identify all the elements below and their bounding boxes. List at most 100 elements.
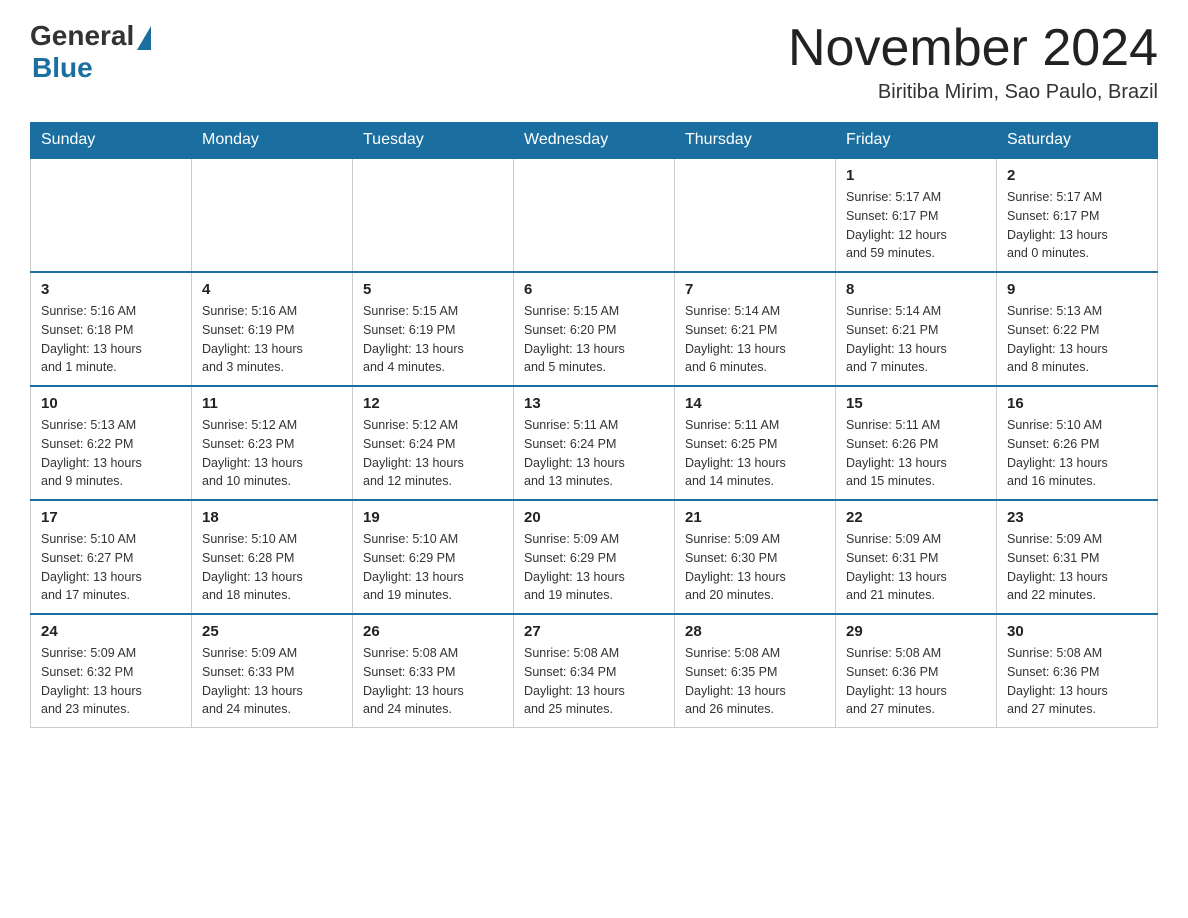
calendar-cell: 4 Sunrise: 5:16 AM Sunset: 6:19 PM Daylig… <box>192 272 353 386</box>
day-info: Sunrise: 5:17 AM Sunset: 6:17 PM Dayligh… <box>846 188 986 263</box>
day-info: Sunrise: 5:10 AM Sunset: 6:26 PM Dayligh… <box>1007 416 1147 491</box>
calendar-cell: 12 Sunrise: 5:12 AM Sunset: 6:24 PM Dayli… <box>353 386 514 500</box>
calendar-cell <box>353 158 514 272</box>
weekday-header-tuesday: Tuesday <box>353 123 514 159</box>
day-info: Sunrise: 5:16 AM Sunset: 6:19 PM Dayligh… <box>202 302 342 377</box>
day-number: 14 <box>685 395 825 412</box>
day-info: Sunrise: 5:14 AM Sunset: 6:21 PM Dayligh… <box>685 302 825 377</box>
calendar-week-row: 24 Sunrise: 5:09 AM Sunset: 6:32 PM Dayli… <box>31 614 1158 728</box>
day-number: 21 <box>685 509 825 526</box>
page-header: General Blue November 2024 Biritiba Miri… <box>30 20 1158 104</box>
calendar-cell: 7 Sunrise: 5:14 AM Sunset: 6:21 PM Daylig… <box>675 272 836 386</box>
calendar-cell <box>514 158 675 272</box>
calendar-cell <box>675 158 836 272</box>
day-number: 27 <box>524 623 664 640</box>
location: Biritiba Mirim, Sao Paulo, Brazil <box>788 81 1158 104</box>
day-info: Sunrise: 5:16 AM Sunset: 6:18 PM Dayligh… <box>41 302 181 377</box>
day-info: Sunrise: 5:12 AM Sunset: 6:24 PM Dayligh… <box>363 416 503 491</box>
day-info: Sunrise: 5:08 AM Sunset: 6:36 PM Dayligh… <box>1007 644 1147 719</box>
calendar-cell <box>31 158 192 272</box>
calendar-cell: 29 Sunrise: 5:08 AM Sunset: 6:36 PM Dayli… <box>836 614 997 728</box>
day-info: Sunrise: 5:08 AM Sunset: 6:34 PM Dayligh… <box>524 644 664 719</box>
day-number: 15 <box>846 395 986 412</box>
weekday-header-thursday: Thursday <box>675 123 836 159</box>
day-info: Sunrise: 5:09 AM Sunset: 6:32 PM Dayligh… <box>41 644 181 719</box>
calendar-cell: 24 Sunrise: 5:09 AM Sunset: 6:32 PM Dayli… <box>31 614 192 728</box>
calendar-cell: 15 Sunrise: 5:11 AM Sunset: 6:26 PM Dayli… <box>836 386 997 500</box>
day-number: 5 <box>363 281 503 298</box>
day-info: Sunrise: 5:08 AM Sunset: 6:35 PM Dayligh… <box>685 644 825 719</box>
calendar-cell: 27 Sunrise: 5:08 AM Sunset: 6:34 PM Dayli… <box>514 614 675 728</box>
weekday-header-wednesday: Wednesday <box>514 123 675 159</box>
logo: General Blue <box>30 20 151 84</box>
day-number: 12 <box>363 395 503 412</box>
day-info: Sunrise: 5:09 AM Sunset: 6:29 PM Dayligh… <box>524 530 664 605</box>
weekday-header-row: SundayMondayTuesdayWednesdayThursdayFrid… <box>31 123 1158 159</box>
day-info: Sunrise: 5:10 AM Sunset: 6:28 PM Dayligh… <box>202 530 342 605</box>
day-info: Sunrise: 5:14 AM Sunset: 6:21 PM Dayligh… <box>846 302 986 377</box>
day-number: 19 <box>363 509 503 526</box>
day-info: Sunrise: 5:09 AM Sunset: 6:30 PM Dayligh… <box>685 530 825 605</box>
day-number: 18 <box>202 509 342 526</box>
day-number: 26 <box>363 623 503 640</box>
calendar-cell: 1 Sunrise: 5:17 AM Sunset: 6:17 PM Daylig… <box>836 158 997 272</box>
day-info: Sunrise: 5:11 AM Sunset: 6:24 PM Dayligh… <box>524 416 664 491</box>
day-number: 13 <box>524 395 664 412</box>
day-number: 7 <box>685 281 825 298</box>
calendar-cell: 3 Sunrise: 5:16 AM Sunset: 6:18 PM Daylig… <box>31 272 192 386</box>
calendar-cell: 30Sunrise: 5:08 AM Sunset: 6:36 PM Dayli… <box>997 614 1158 728</box>
calendar-week-row: 3 Sunrise: 5:16 AM Sunset: 6:18 PM Daylig… <box>31 272 1158 386</box>
calendar-cell: 14 Sunrise: 5:11 AM Sunset: 6:25 PM Dayli… <box>675 386 836 500</box>
day-number: 28 <box>685 623 825 640</box>
calendar-cell: 2Sunrise: 5:17 AM Sunset: 6:17 PM Daylig… <box>997 158 1158 272</box>
calendar-cell: 16 Sunrise: 5:10 AM Sunset: 6:26 PM Dayli… <box>997 386 1158 500</box>
calendar-cell: 28 Sunrise: 5:08 AM Sunset: 6:35 PM Dayli… <box>675 614 836 728</box>
logo-arrow-icon <box>137 26 151 50</box>
day-number: 23 <box>1007 509 1147 526</box>
day-number: 10 <box>41 395 181 412</box>
calendar-cell: 21 Sunrise: 5:09 AM Sunset: 6:30 PM Dayli… <box>675 500 836 614</box>
day-info: Sunrise: 5:15 AM Sunset: 6:19 PM Dayligh… <box>363 302 503 377</box>
calendar-week-row: 17Sunrise: 5:10 AM Sunset: 6:27 PM Dayli… <box>31 500 1158 614</box>
calendar-cell: 10 Sunrise: 5:13 AM Sunset: 6:22 PM Dayli… <box>31 386 192 500</box>
day-info: Sunrise: 5:09 AM Sunset: 6:31 PM Dayligh… <box>846 530 986 605</box>
logo-general-text: General <box>30 20 134 52</box>
day-number: 4 <box>202 281 342 298</box>
logo-blue-text: Blue <box>32 52 93 83</box>
day-info: Sunrise: 5:13 AM Sunset: 6:22 PM Dayligh… <box>1007 302 1147 377</box>
day-number: 16 <box>1007 395 1147 412</box>
day-number: 29 <box>846 623 986 640</box>
month-title: November 2024 <box>788 20 1158 77</box>
weekday-header-friday: Friday <box>836 123 997 159</box>
calendar-week-row: 1 Sunrise: 5:17 AM Sunset: 6:17 PM Daylig… <box>31 158 1158 272</box>
day-number: 8 <box>846 281 986 298</box>
day-info: Sunrise: 5:12 AM Sunset: 6:23 PM Dayligh… <box>202 416 342 491</box>
weekday-header-sunday: Sunday <box>31 123 192 159</box>
calendar-cell: 17Sunrise: 5:10 AM Sunset: 6:27 PM Dayli… <box>31 500 192 614</box>
day-number: 1 <box>846 167 986 184</box>
day-info: Sunrise: 5:09 AM Sunset: 6:33 PM Dayligh… <box>202 644 342 719</box>
calendar-cell: 19 Sunrise: 5:10 AM Sunset: 6:29 PM Dayli… <box>353 500 514 614</box>
day-info: Sunrise: 5:17 AM Sunset: 6:17 PM Dayligh… <box>1007 188 1147 263</box>
calendar-cell: 9 Sunrise: 5:13 AM Sunset: 6:22 PM Daylig… <box>997 272 1158 386</box>
calendar-week-row: 10 Sunrise: 5:13 AM Sunset: 6:22 PM Dayli… <box>31 386 1158 500</box>
calendar-cell: 6Sunrise: 5:15 AM Sunset: 6:20 PM Daylig… <box>514 272 675 386</box>
day-info: Sunrise: 5:13 AM Sunset: 6:22 PM Dayligh… <box>41 416 181 491</box>
calendar-cell: 8 Sunrise: 5:14 AM Sunset: 6:21 PM Daylig… <box>836 272 997 386</box>
day-info: Sunrise: 5:10 AM Sunset: 6:29 PM Dayligh… <box>363 530 503 605</box>
day-info: Sunrise: 5:15 AM Sunset: 6:20 PM Dayligh… <box>524 302 664 377</box>
day-number: 22 <box>846 509 986 526</box>
day-number: 24 <box>41 623 181 640</box>
calendar-cell: 13 Sunrise: 5:11 AM Sunset: 6:24 PM Dayli… <box>514 386 675 500</box>
calendar-cell: 5 Sunrise: 5:15 AM Sunset: 6:19 PM Daylig… <box>353 272 514 386</box>
day-info: Sunrise: 5:11 AM Sunset: 6:26 PM Dayligh… <box>846 416 986 491</box>
logo-container: General Blue <box>30 20 151 84</box>
day-number: 3 <box>41 281 181 298</box>
calendar-cell <box>192 158 353 272</box>
calendar-cell: 26Sunrise: 5:08 AM Sunset: 6:33 PM Dayli… <box>353 614 514 728</box>
day-info: Sunrise: 5:11 AM Sunset: 6:25 PM Dayligh… <box>685 416 825 491</box>
day-info: Sunrise: 5:08 AM Sunset: 6:36 PM Dayligh… <box>846 644 986 719</box>
calendar-cell: 20Sunrise: 5:09 AM Sunset: 6:29 PM Dayli… <box>514 500 675 614</box>
calendar-cell: 25Sunrise: 5:09 AM Sunset: 6:33 PM Dayli… <box>192 614 353 728</box>
day-number: 9 <box>1007 281 1147 298</box>
